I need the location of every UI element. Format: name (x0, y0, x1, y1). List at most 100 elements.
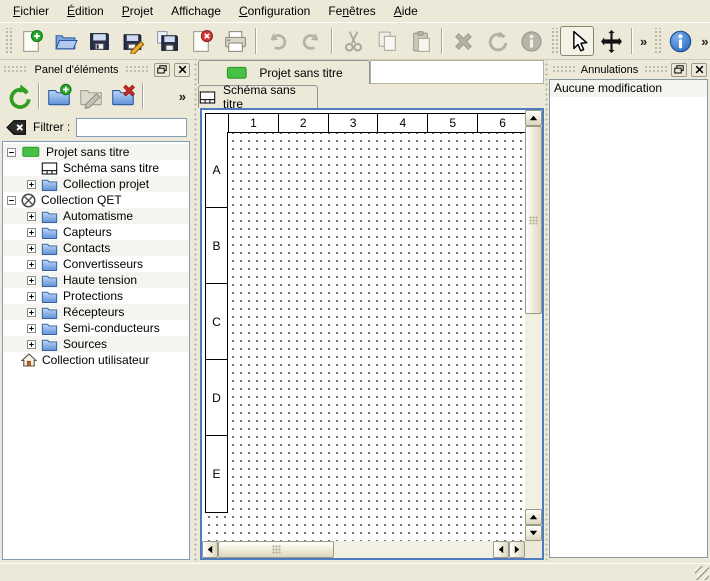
window-resize-grip[interactable] (695, 566, 709, 580)
menu-configuration[interactable]: Configuration (230, 1, 319, 22)
scroll-up-button-2[interactable] (525, 509, 542, 525)
tree-item-semi-conducteurs[interactable]: Semi-conducteurs (3, 320, 189, 336)
tree-item-automatisme[interactable]: Automatisme (3, 208, 189, 224)
select-tool-button[interactable] (560, 26, 594, 56)
toolbar-handle[interactable] (550, 28, 558, 54)
toolbar-handle[interactable] (653, 28, 661, 54)
elements-panel-toolbar: » (0, 79, 193, 113)
new-category-button[interactable] (43, 81, 75, 111)
tree-item-label: Projet sans titre (46, 145, 129, 159)
expand-expander-icon[interactable] (27, 340, 36, 349)
menu-aide[interactable]: Aide (385, 1, 427, 22)
tree-item-haute-tension[interactable]: Haute tension (3, 272, 189, 288)
dock-close-button[interactable] (174, 63, 190, 77)
move-tool-button[interactable] (594, 26, 628, 56)
scroll-left-button-2[interactable] (493, 541, 509, 558)
tab-project-label: Projet sans titre (259, 66, 342, 80)
copy-button[interactable] (370, 26, 404, 56)
menu-projet[interactable]: Projet (113, 1, 162, 22)
new-document-button[interactable] (14, 26, 48, 56)
dock-float-button[interactable] (671, 63, 687, 77)
open-document-button[interactable] (48, 26, 82, 56)
filter-input[interactable] (76, 118, 187, 137)
tab-schema[interactable]: Schéma sans titre (198, 85, 318, 108)
scroll-track[interactable] (525, 314, 542, 509)
dock-float-button[interactable] (154, 63, 170, 77)
row-header: B (206, 208, 227, 284)
cut-button[interactable] (336, 26, 370, 56)
rotate-button[interactable] (480, 26, 514, 56)
vertical-scroll-thumb[interactable] (525, 126, 542, 314)
tree-item-label: Capteurs (63, 225, 112, 239)
close-document-button[interactable] (184, 26, 218, 56)
toolbar-overflow-button[interactable]: » (636, 34, 651, 49)
save-as-button[interactable] (116, 26, 150, 56)
undo-history-list[interactable]: Aucune modification (549, 79, 708, 558)
vertical-scrollbar[interactable] (525, 110, 542, 541)
project-info-button[interactable] (663, 26, 697, 56)
panel-toolbar-overflow-button[interactable]: » (175, 89, 190, 104)
open-document-icon (53, 29, 78, 54)
close-icon (695, 65, 704, 74)
clear-filter-icon[interactable] (6, 119, 27, 136)
save-button[interactable] (82, 26, 116, 56)
toolbar-handle[interactable] (4, 28, 12, 54)
expand-expander-icon[interactable] (27, 324, 36, 333)
scroll-track[interactable] (334, 541, 493, 558)
element-info-button[interactable] (514, 26, 548, 56)
expand-expander-icon[interactable] (27, 308, 36, 317)
main-area: Panel d'éléments (0, 60, 710, 563)
tab-project[interactable]: Projet sans titre (198, 60, 370, 84)
toolbar-overflow-button[interactable]: » (697, 34, 710, 49)
tree-item-capteurs[interactable]: Capteurs (3, 224, 189, 240)
tree-item-recepteurs[interactable]: Récepteurs (3, 304, 189, 320)
scroll-left-button[interactable] (202, 541, 218, 558)
tree-item-collection-utilisateur[interactable]: Collection utilisateur (3, 352, 189, 368)
reload-collections-button[interactable] (3, 81, 35, 111)
expand-expander-icon[interactable] (27, 244, 36, 253)
scroll-down-button[interactable] (525, 525, 542, 541)
tree-item-protections[interactable]: Protections (3, 288, 189, 304)
dock-close-button[interactable] (691, 63, 707, 77)
scroll-up-button[interactable] (525, 110, 542, 126)
tree-item-convertisseurs[interactable]: Convertisseurs (3, 256, 189, 272)
tree-item-contacts[interactable]: Contacts (3, 240, 189, 256)
scroll-right-button[interactable] (509, 541, 525, 558)
expand-expander-icon[interactable] (27, 260, 36, 269)
horizontal-scrollbar[interactable] (202, 541, 525, 558)
schema-canvas[interactable]: 1 2 3 4 5 6 A B C D E (202, 110, 525, 541)
tree-item-collection-qet[interactable]: Collection QET (3, 192, 189, 208)
expand-expander-icon[interactable] (27, 212, 36, 221)
menu-fichier[interactable]: Fichier (4, 1, 58, 22)
collapse-expander-icon[interactable] (7, 196, 16, 205)
expand-expander-icon[interactable] (27, 276, 36, 285)
delete-category-button[interactable] (107, 81, 139, 111)
redo-button[interactable] (294, 26, 328, 56)
undo-list-item[interactable]: Aucune modification (550, 80, 707, 97)
tree-item-schema[interactable]: Schéma sans titre (3, 160, 189, 176)
tree-item-sources[interactable]: Sources (3, 336, 189, 352)
tree-item-collection-projet[interactable]: Collection projet (3, 176, 189, 192)
collapse-expander-icon[interactable] (7, 148, 16, 157)
print-button[interactable] (218, 26, 252, 56)
elements-panel-titlebar[interactable]: Panel d'éléments (0, 60, 193, 79)
expand-expander-icon[interactable] (27, 180, 36, 189)
undo-button[interactable] (260, 26, 294, 56)
save-all-button[interactable] (150, 26, 184, 56)
delete-button[interactable] (446, 26, 480, 56)
menu-fenetres[interactable]: Fenêtres (319, 1, 384, 22)
expand-expander-icon[interactable] (27, 228, 36, 237)
edit-category-button[interactable] (75, 81, 107, 111)
column-header: 4 (378, 114, 428, 132)
menu-edition[interactable]: Édition (58, 1, 113, 22)
tree-item-project[interactable]: Projet sans titre (3, 144, 189, 160)
menu-affichage[interactable]: Affichage (162, 1, 230, 22)
tabbar-empty-area (370, 60, 544, 84)
folder-icon (41, 178, 58, 191)
project-icon (21, 146, 41, 158)
expand-expander-icon[interactable] (27, 292, 36, 301)
undo-panel-titlebar[interactable]: Annulations (549, 60, 710, 79)
reload-icon (6, 83, 32, 109)
horizontal-scroll-thumb[interactable] (218, 541, 334, 558)
paste-button[interactable] (404, 26, 438, 56)
